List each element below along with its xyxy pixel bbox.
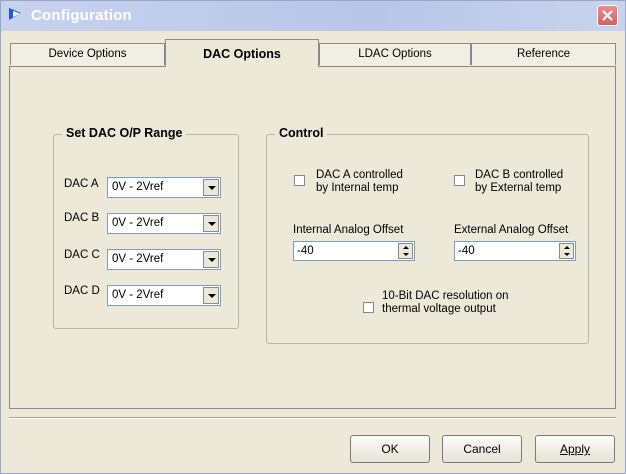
cancel-button[interactable]: Cancel (442, 435, 522, 463)
dac-b-external-temp-checkbox[interactable] (454, 175, 465, 186)
resolution-label-line2: thermal voltage output (382, 303, 496, 315)
dac-range-group: Set DAC O/P Range DAC A 0V - 2Vref DAC B… (53, 126, 239, 329)
chevron-down-icon[interactable] (203, 287, 219, 304)
dac-c-range-value: 0V - 2Vref (112, 253, 164, 265)
configuration-window: Configuration Device Options DAC Options… (0, 0, 626, 474)
chevron-down-icon[interactable] (203, 251, 219, 268)
resolution-label-line1: 10-Bit DAC resolution on (382, 290, 509, 302)
chevron-down-icon[interactable] (203, 215, 219, 232)
dac-a-range-select[interactable]: 0V - 2Vref (107, 177, 221, 198)
resolution-checkbox[interactable] (363, 302, 374, 313)
dac-b-controlled-label-line2: by External temp (475, 182, 562, 194)
dac-d-range-value: 0V - 2Vref (112, 289, 164, 301)
tab-dac-options[interactable]: DAC Options (165, 39, 319, 67)
spin-arrows-icon[interactable] (398, 243, 413, 259)
dac-b-range-select[interactable]: 0V - 2Vref (107, 213, 221, 234)
tab-reference[interactable]: Reference (471, 43, 616, 65)
apply-button[interactable]: Apply (535, 435, 615, 463)
app-logo-icon (9, 8, 21, 20)
dac-a-controlled-label-line1: DAC A controlled (316, 169, 403, 181)
dac-a-range-value: 0V - 2Vref (112, 181, 164, 193)
window-title: Configuration (31, 7, 132, 24)
dac-a-controlled-label-line2: by Internal temp (316, 182, 399, 194)
close-button[interactable] (597, 5, 618, 26)
dac-d-range-select[interactable]: 0V - 2Vref (107, 285, 221, 306)
external-offset-spinner[interactable]: -40 (454, 241, 576, 261)
dac-b-label: DAC B (64, 212, 100, 224)
tab-device-options[interactable]: Device Options (10, 43, 165, 65)
spin-arrows-icon[interactable] (559, 243, 574, 259)
control-title: Control (275, 126, 328, 140)
dac-a-internal-temp-checkbox[interactable] (294, 175, 305, 186)
internal-offset-value: -40 (297, 245, 314, 257)
dac-options-panel: Set DAC O/P Range DAC A 0V - 2Vref DAC B… (9, 66, 616, 409)
tab-ldac-options[interactable]: LDAC Options (319, 43, 471, 65)
close-icon (602, 10, 613, 21)
external-offset-label: External Analog Offset (454, 224, 569, 236)
dac-b-controlled-label-line1: DAC B controlled (475, 169, 564, 181)
dac-d-label: DAC D (64, 285, 100, 297)
title-bar[interactable]: Configuration (1, 1, 625, 31)
internal-offset-spinner[interactable]: -40 (293, 241, 415, 261)
dac-b-range-value: 0V - 2Vref (112, 217, 164, 229)
dac-c-range-select[interactable]: 0V - 2Vref (107, 249, 221, 270)
chevron-down-icon[interactable] (203, 179, 219, 196)
ok-button[interactable]: OK (350, 435, 430, 463)
control-group: Control DAC A controlled by Internal tem… (266, 126, 589, 344)
dac-c-label: DAC C (64, 249, 100, 261)
internal-offset-label: Internal Analog Offset (293, 224, 404, 236)
dac-range-title: Set DAC O/P Range (62, 126, 187, 140)
external-offset-value: -40 (458, 245, 475, 257)
dac-a-label: DAC A (64, 178, 99, 190)
footer-divider (9, 417, 616, 419)
